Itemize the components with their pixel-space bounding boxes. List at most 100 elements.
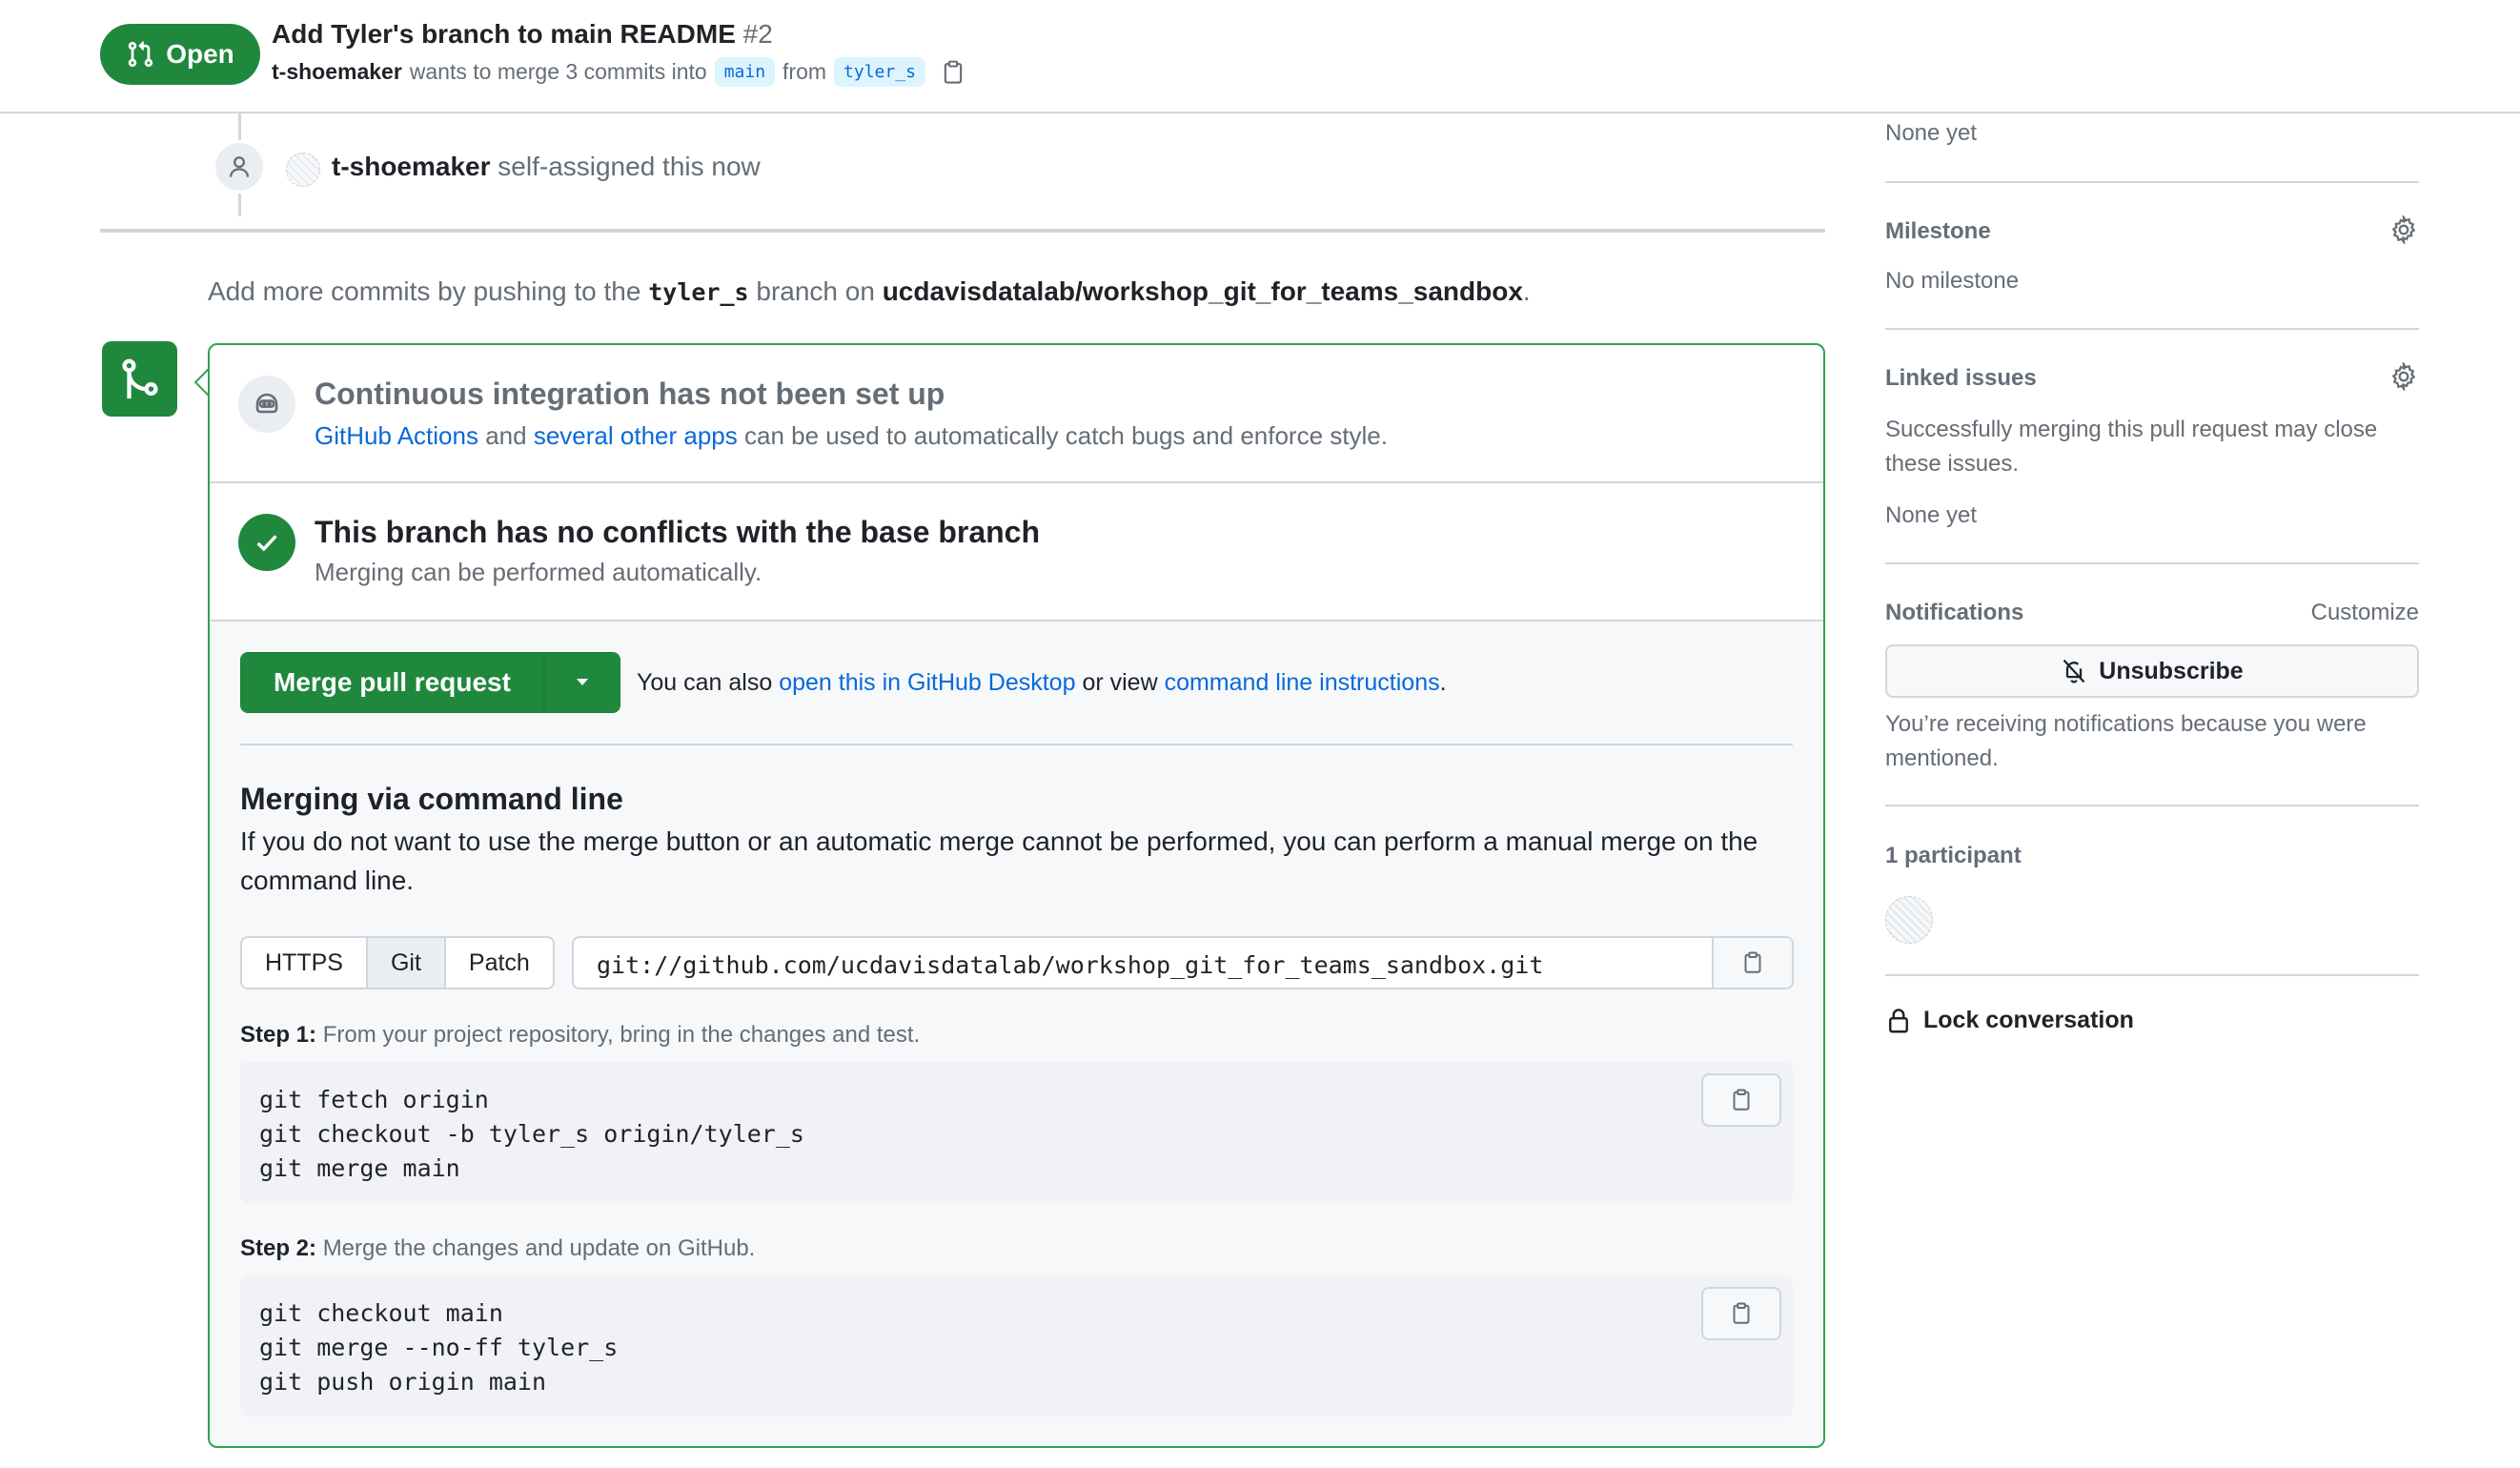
copy-icon	[1744, 951, 1761, 973]
avatar[interactable]	[286, 153, 320, 187]
merge-button-group: Merge pull request	[240, 652, 620, 713]
cli-description: If you do not want to use the merge butt…	[240, 826, 1758, 895]
tab-https[interactable]: HTTPS	[242, 938, 368, 988]
open-desktop-link[interactable]: open this in GitHub Desktop	[779, 669, 1075, 696]
projects-value: None yet	[1885, 120, 1978, 146]
copy-branch-button[interactable]	[939, 58, 967, 87]
gear-icon	[2391, 215, 2416, 244]
step1-label: Step 1: From your project repository, br…	[240, 1022, 920, 1049]
participant-avatar[interactable]	[1885, 896, 1933, 944]
conflict-status-section: This branch has no conflicts with the ba…	[210, 483, 1823, 622]
merge-status-badge	[102, 341, 177, 417]
timeline-event: t-shoemaker self-assigned this now	[332, 152, 761, 182]
merge-alt-middle: or view	[1082, 669, 1158, 696]
timeline-event-badge	[213, 140, 266, 194]
pr-author-link[interactable]: t-shoemaker	[272, 59, 402, 85]
merge-alternatives: You can also open this in GitHub Desktop…	[637, 669, 1447, 697]
step1-code[interactable]: git fetch origin git checkout -b tyler_s…	[259, 1083, 804, 1186]
milestone-value: No milestone	[1885, 268, 2020, 294]
copy-icon	[1733, 1089, 1750, 1111]
copy-step2-button[interactable]	[1701, 1287, 1781, 1340]
sidebar-divider	[1885, 562, 2419, 564]
pr-state-badge: Open	[100, 24, 260, 85]
event-actor-link[interactable]: t-shoemaker	[332, 152, 491, 181]
step1-text: From your project repository, bring in t…	[322, 1022, 921, 1048]
linked-issues-value: None yet	[1885, 502, 1978, 528]
pr-title: Add Tyler's branch to main README #2	[272, 19, 773, 50]
step2-code-block: git checkout main git merge --no-ff tyle…	[240, 1275, 1793, 1417]
conflict-status-badge	[238, 514, 295, 571]
copy-icon	[1733, 1302, 1750, 1324]
check-icon	[256, 535, 277, 552]
milestone-heading[interactable]: Milestone	[1885, 218, 2419, 245]
git-pull-request-icon	[129, 41, 153, 68]
linked-issues-description: Successfully merging this pull request m…	[1885, 417, 2378, 477]
step2-text: Merge the changes and update on GitHub.	[322, 1235, 756, 1261]
event-text: self-assigned this now	[498, 152, 761, 181]
push-hint-prefix: Add more commits by pushing to the	[208, 276, 641, 306]
pr-from-text: from	[782, 59, 827, 84]
step2-title: Step 2:	[240, 1235, 317, 1261]
divider	[240, 744, 1793, 745]
command-line-instructions-link[interactable]: command line instructions	[1165, 669, 1440, 696]
other-apps-link[interactable]: several other apps	[534, 421, 738, 450]
linked-issues-heading[interactable]: Linked issues	[1885, 365, 2419, 392]
robot-icon	[255, 393, 278, 414]
head-branch-chip[interactable]: tyler_s	[834, 57, 925, 87]
person-icon	[229, 156, 250, 177]
conflict-description: Merging can be performed automatically.	[315, 558, 762, 586]
merge-alt-prefix: You can also	[637, 669, 773, 696]
linked-issues-settings-button[interactable]	[2388, 360, 2420, 393]
lock-conversation-label: Lock conversation	[1923, 1006, 2134, 1033]
triangle-down-icon	[576, 679, 588, 685]
tab-git[interactable]: Git	[367, 938, 446, 988]
copy-step1-button[interactable]	[1701, 1073, 1781, 1127]
gear-icon	[2391, 362, 2416, 391]
ci-rest: can be used to automatically catch bugs …	[743, 421, 1388, 450]
notifications-reason: You’re receiving notifications because y…	[1885, 711, 2367, 771]
clone-url-text[interactable]: git://github.com/ucdavisdatalab/workshop…	[597, 951, 1543, 979]
ci-and: and	[485, 421, 527, 450]
milestone-settings-button[interactable]	[2388, 214, 2420, 246]
ci-status-section: Continuous integration has not been set …	[210, 345, 1823, 483]
sidebar-divider	[1885, 974, 2419, 976]
push-hint-repo-link[interactable]: ucdavisdatalab/workshop_git_for_teams_sa…	[883, 276, 1523, 306]
sidebar-divider	[1885, 181, 2419, 183]
sidebar-divider	[1885, 328, 2419, 330]
sidebar-divider	[1885, 805, 2419, 806]
participants-heading: 1 participant	[1885, 843, 2022, 868]
unsubscribe-label: Unsubscribe	[2099, 657, 2244, 684]
conflict-heading: This branch has no conflicts with the ba…	[315, 515, 1041, 549]
push-hint-middle: branch on	[756, 276, 875, 306]
step2-code[interactable]: git checkout main git merge --no-ff tyle…	[259, 1296, 618, 1399]
pr-merge-text: wants to merge 3 commits into	[409, 59, 707, 84]
merge-method-dropdown[interactable]	[542, 653, 620, 712]
pr-number: #2	[742, 19, 773, 49]
clone-protocol-tabs: HTTPS Git Patch	[240, 936, 555, 989]
merge-pull-request-button[interactable]: Merge pull request	[241, 653, 543, 712]
lock-icon	[1889, 1009, 1908, 1033]
step1-code-block: git fetch origin git checkout -b tyler_s…	[240, 1062, 1793, 1203]
push-hint-suffix: .	[1522, 276, 1531, 306]
step1-title: Step 1:	[240, 1022, 317, 1048]
unsubscribe-button[interactable]: Unsubscribe	[1885, 644, 2419, 698]
bell-slash-icon	[2063, 659, 2085, 683]
copy-icon	[944, 60, 963, 84]
tab-patch[interactable]: Patch	[446, 938, 553, 988]
lock-conversation-button[interactable]: Lock conversation	[1885, 1006, 2134, 1034]
github-actions-link[interactable]: GitHub Actions	[315, 421, 478, 450]
timeline-divider	[100, 229, 1825, 233]
base-branch-chip[interactable]: main	[714, 57, 776, 87]
copy-clone-url-button[interactable]	[1712, 938, 1792, 988]
merge-alt-suffix: .	[1439, 669, 1447, 696]
ci-heading: Continuous integration has not been set …	[315, 377, 945, 411]
clone-url-field[interactable]: git://github.com/ucdavisdatalab/workshop…	[572, 936, 1794, 989]
git-merge-icon	[121, 358, 158, 398]
ci-status-badge	[238, 376, 295, 433]
pr-title-text: Add Tyler's branch to main README	[272, 19, 736, 49]
cli-heading: Merging via command line	[240, 782, 623, 816]
sticky-header: Open Add Tyler's branch to main README #…	[0, 0, 2520, 113]
merge-action-section: Merge pull request You can also open thi…	[210, 622, 1823, 1446]
customize-link[interactable]: Customize	[2228, 600, 2419, 626]
merge-box: Continuous integration has not been set …	[208, 343, 1825, 1448]
